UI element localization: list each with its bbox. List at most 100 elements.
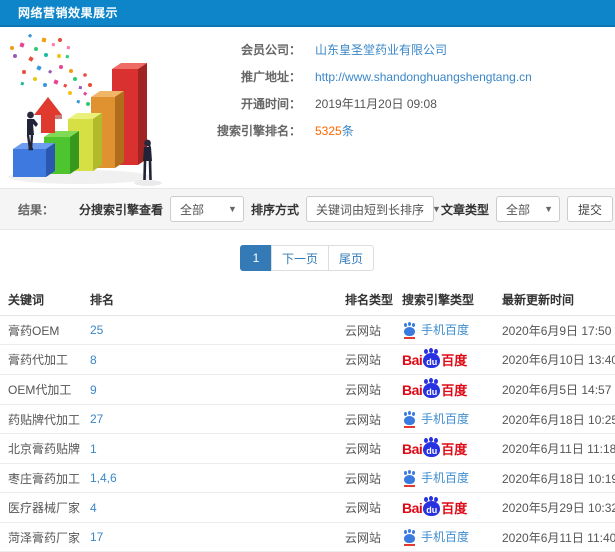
rank-link[interactable]: 27 xyxy=(90,412,103,426)
rank-type-cell: 云网站 xyxy=(337,433,394,464)
baidu-logo: Bai du 百度 xyxy=(402,497,468,516)
results-table: 关键词 排名 排名类型 搜索引擎类型 最新更新时间 膏药OEM 25 云网站 手… xyxy=(0,284,615,552)
article-type-label: 文章类型 xyxy=(440,202,489,217)
engine-select[interactable]: 全部 ▼ xyxy=(169,196,244,222)
baidu-paw-icon: du xyxy=(423,497,441,516)
rank-type-cell: 云网站 xyxy=(337,492,394,523)
engine-type-cell: 手机百度 Baidu百度 xyxy=(394,522,494,552)
rank-link[interactable]: 9 xyxy=(90,383,97,397)
open-time-value: 2019年11月20日 09:08 xyxy=(315,97,437,111)
keyword-cell: 膏药代加工 xyxy=(0,344,82,375)
engine-type-cell: 手机百度 Baidu百度 xyxy=(394,463,494,493)
page-button-last[interactable]: 尾页 xyxy=(328,245,375,271)
rank-type-cell: 云网站 xyxy=(337,463,394,493)
rank-link[interactable]: 1 xyxy=(90,442,97,456)
info-row-rank-count: 搜索引擎排名： 5325 条 xyxy=(185,117,615,144)
keyword-cell: OEM代加工 xyxy=(0,374,82,405)
keyword-cell: 药贴牌代加工 xyxy=(0,404,82,434)
rank-cell: 27 xyxy=(82,404,337,434)
engine-filter-label: 分搜索引擎查看 xyxy=(78,202,163,217)
updated-cell: 2020年6月18日 10:25 xyxy=(494,404,615,434)
rank-count-value: 5325 xyxy=(315,123,342,138)
mobile-baidu-logo: 手机百度 xyxy=(402,321,469,339)
col-header-rank-type: 排名类型 xyxy=(337,284,394,316)
article-type-select[interactable]: 全部 ▼ xyxy=(495,196,560,222)
updated-cell: 2020年6月10日 13:40 xyxy=(494,344,615,375)
pagination: 1 下一页 尾页 xyxy=(0,230,615,281)
company-link[interactable]: 山东皇圣堂药业有限公司 xyxy=(315,41,447,58)
engine-type-cell: 手机百度 Baidu百度 xyxy=(394,492,494,523)
rank-cell: 9 xyxy=(82,374,337,405)
sort-select-value: 关键词由短到长排序 xyxy=(315,202,424,217)
page-button-current[interactable]: 1 xyxy=(239,245,272,271)
result-label: 结果： xyxy=(18,202,55,217)
rank-count-unit: 条 xyxy=(341,124,354,138)
engine-type-cell: 手机百度 Baidu百度 xyxy=(394,374,494,405)
engine-type-cell: 手机百度 Baidu百度 xyxy=(394,344,494,375)
rank-link[interactable]: 1,4,6 xyxy=(90,471,117,485)
rank-cell: 17 xyxy=(82,522,337,552)
rank-cell: 4 xyxy=(82,492,337,523)
page-button-next[interactable]: 下一页 xyxy=(270,245,329,271)
updated-cell: 2020年6月5日 14:57 xyxy=(494,374,615,405)
table-row: 菏泽膏药厂家 17 云网站 手机百度 Baidu百度 2020年6月11日 11… xyxy=(0,522,615,552)
page-title: 网络营销效果展示 xyxy=(18,6,119,20)
mobile-baidu-logo: 手机百度 xyxy=(402,469,469,487)
keyword-cell: 医疗器械厂家 xyxy=(0,492,82,523)
rank-type-cell: 云网站 xyxy=(337,374,394,405)
rank-link[interactable]: 25 xyxy=(90,323,103,337)
table-row: 药贴牌代加工 27 云网站 手机百度 Baidu百度 2020年6月18日 10… xyxy=(0,404,615,434)
rank-link[interactable]: 8 xyxy=(90,353,97,367)
table-row: 膏药代加工 8 云网站 手机百度 Baidu百度 2020年6月10日 13:4… xyxy=(0,344,615,375)
submit-button[interactable]: 提交 xyxy=(566,196,613,222)
rank-link[interactable]: 4 xyxy=(90,501,97,515)
chevron-down-icon: ▼ xyxy=(431,204,441,214)
rank-cell: 1,4,6 xyxy=(82,463,337,493)
keyword-cell: 菏泽膏药厂家 xyxy=(0,522,82,552)
keyword-cell: 膏药OEM xyxy=(0,315,82,345)
baidu-logo: Bai du 百度 xyxy=(402,438,468,457)
updated-cell: 2020年6月11日 11:18 xyxy=(494,433,615,464)
updated-cell: 2020年5月29日 10:32 xyxy=(494,492,615,523)
info-row-url: 推广地址： http://www.shandonghuangshengtang.… xyxy=(185,63,615,90)
rank-type-cell: 云网站 xyxy=(337,404,394,434)
baidu-paw-icon xyxy=(402,412,417,428)
info-row-open-time: 开通时间： 2019年11月20日 09:08 xyxy=(185,90,615,117)
chevron-down-icon: ▼ xyxy=(228,204,237,214)
table-row: 医疗器械厂家 4 云网站 手机百度 Baidu百度 2020年5月29日 10:… xyxy=(0,492,615,523)
filter-controls: 分搜索引擎查看 全部 ▼ 排序方式 关键词由短到长排序 ▼ 文章类型 全部 ▼ … xyxy=(79,196,613,222)
table-header-row: 关键词 排名 排名类型 搜索引擎类型 最新更新时间 xyxy=(0,284,615,316)
sort-filter-label: 排序方式 xyxy=(250,202,299,217)
table-body: 膏药OEM 25 云网站 手机百度 Baidu百度 2020年6月9日 17:5… xyxy=(0,315,615,552)
bar-chart-illustration xyxy=(0,27,185,187)
table-row: 北京膏药贴牌 1 云网站 手机百度 Baidu百度 2020年6月11日 11:… xyxy=(0,433,615,464)
baidu-paw-icon: du xyxy=(423,438,441,457)
bar-blue xyxy=(13,143,55,177)
engine-type-cell: 手机百度 Baidu百度 xyxy=(394,315,494,345)
keyword-cell: 北京膏药贴牌 xyxy=(0,433,82,464)
sort-select[interactable]: 关键词由短到长排序 ▼ xyxy=(305,196,441,222)
chevron-down-icon: ▼ xyxy=(544,204,553,214)
col-header-updated: 最新更新时间 xyxy=(494,284,615,316)
info-row-company: 会员公司： 山东皇圣堂药业有限公司 xyxy=(185,36,615,63)
engine-select-value: 全部 xyxy=(179,202,204,217)
rank-type-cell: 云网站 xyxy=(337,344,394,375)
baidu-logo: Bai du 百度 xyxy=(402,349,468,368)
baidu-paw-icon: du xyxy=(423,379,441,398)
baidu-paw-icon: du xyxy=(423,349,441,368)
open-time-label: 开通时间： xyxy=(240,97,301,111)
table-row: 枣庄膏药加工 1,4,6 云网站 手机百度 Baidu百度 2020年6月18日… xyxy=(0,463,615,493)
baidu-paw-icon xyxy=(402,323,417,339)
baidu-logo: Bai du 百度 xyxy=(402,379,468,398)
article-type-select-value: 全部 xyxy=(505,202,530,217)
col-header-keyword: 关键词 xyxy=(0,284,82,316)
col-header-engine-type: 搜索引擎类型 xyxy=(394,284,494,316)
mobile-baidu-logo: 手机百度 xyxy=(402,410,469,428)
rank-type-cell: 云网站 xyxy=(337,315,394,345)
baidu-paw-icon xyxy=(402,530,417,546)
promo-url-link[interactable]: http://www.shandonghuangshengtang.cn xyxy=(315,70,532,84)
rank-count-label: 搜索引擎排名： xyxy=(216,124,301,138)
rank-cell: 1 xyxy=(82,433,337,464)
page-header: 网络营销效果展示 xyxy=(0,0,615,27)
rank-link[interactable]: 17 xyxy=(90,530,103,544)
